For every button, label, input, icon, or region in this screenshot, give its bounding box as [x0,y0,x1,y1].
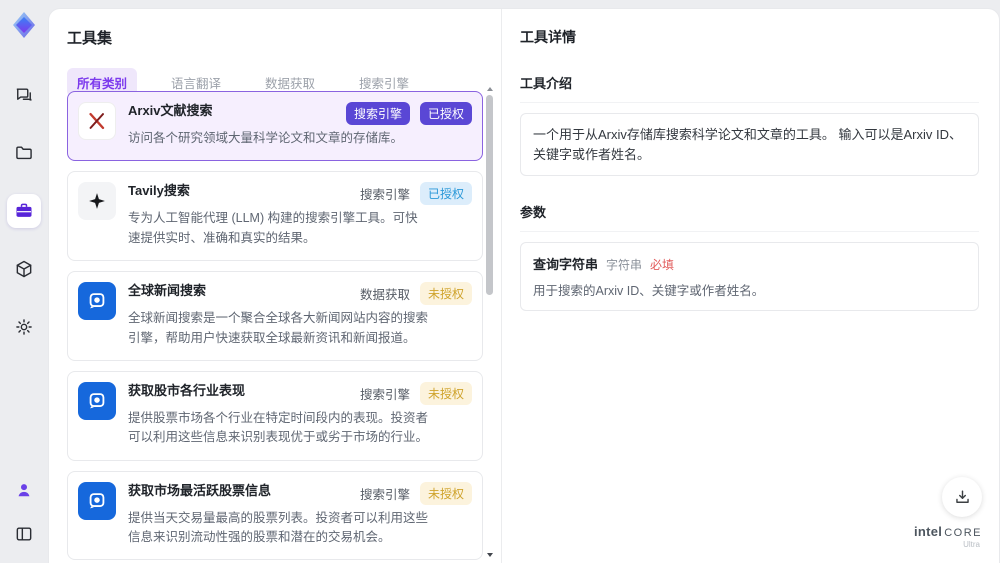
page-title: 工具集 [67,30,113,47]
toolbox-icon [16,203,32,217]
main-panel: 工具集 所有类别 语言翻译 数据获取 搜索引擎 Arxiv文献搜索 搜索引擎 已授权 访问各… [48,8,1000,563]
list-scrollbar[interactable] [485,87,495,559]
authorized-badge: 已授权 [419,102,472,125]
intel-wordmark: intel [913,524,943,539]
tool-description: 访问各个研究领域大量科学论文和文章的存储库。 [128,131,404,145]
tool-card[interactable]: 获取市场最活跃股票信息 搜索引擎 未授权提供当天交易量最高的股票列表。投资者可以利用… [67,470,483,561]
sidebar-nav [7,78,41,344]
tool-cards: Arxiv文献搜索 搜索引擎 已授权 访问各个研究领域大量科学论文和文章的存储库。 Ta… [67,91,483,563]
tool-category-badge: 搜索引擎 [359,387,410,402]
parameter-type: 字符串 [606,258,643,272]
tool-description: 专为人工智能代理 (LLM) 构建的搜索引擎工具。可快速提供实时、准确和真实的结… [128,211,418,245]
tool-name: 全球新闻搜索 [128,283,207,299]
tool-name: 获取市场最活跃股票信息 [128,482,272,498]
sidebar-item-folder-icon[interactable] [7,136,41,170]
detail-title: 工具详情 [520,29,576,45]
app-logo-icon [7,8,41,42]
params-section-title: 参数 [520,202,979,232]
active-stocks-search-icon [78,481,116,520]
unauthorized-badge: 未授权 [419,481,472,505]
sidebar-item-gear-icon[interactable] [7,310,41,344]
tool-card[interactable]: 全球新闻搜索 数据获取 未授权全球新闻搜索是一个聚合全球各大新闻网站内容的搜索引擎，… [67,271,483,361]
panel-layout-icon[interactable] [7,517,41,551]
tool-card[interactable]: Arxiv文献搜索 搜索引擎 已授权访问各个研究领域大量科学论文和文章的存储库。 [67,91,483,162]
sidebar-item-chat-icon[interactable] [7,78,41,112]
cube-icon [16,260,32,278]
tool-description: 全球新闻搜索是一个聚合全球各大新闻网站内容的搜索引擎，帮助用户快速获取全球最新资… [128,311,429,345]
gear-icon [16,319,32,335]
core-wordmark: CORE [944,527,982,539]
tool-name: Tavily搜索 [128,183,190,199]
unauthorized-badge: 未授权 [419,282,472,306]
chat-icon [16,88,32,101]
sidebar-item-cube-icon[interactable] [7,252,41,286]
scrollbar-up-arrow[interactable] [487,87,493,91]
stock-sector-search-icon [78,381,116,420]
parameter-description: 用于搜索的Arxiv ID、关键字或作者姓名。 [533,284,765,298]
tavily-star-icon [78,182,116,221]
app-sidebar [0,0,48,563]
folder-icon [16,146,32,160]
tool-intro-text: 一个用于从Arxiv存储库搜索科学论文和文章的工具。 输入可以是Arxiv ID… [520,113,979,176]
parameter-card: 查询字符串 字符串 必填 用于搜索的Arxiv ID、关键字或作者姓名。 [520,242,979,311]
scrollbar-down-arrow[interactable] [487,553,493,557]
arxiv-logo-icon [78,102,116,140]
global-news-search-icon [78,282,116,321]
unauthorized-badge: 未授权 [419,381,472,405]
ultra-wordmark: Ultra [963,540,980,549]
parameter-name: 查询字符串 [533,257,599,272]
user-icon[interactable] [7,473,41,507]
tool-card[interactable]: 获取股市各行业表现 搜索引擎 未授权提供股票市场各个行业在特定时间段内的表现。投资者… [67,370,483,461]
scrollbar-thumb[interactable] [486,95,493,295]
download-icon [955,489,969,503]
tool-description: 提供当天交易量最高的股票列表。投资者可以利用这些信息来识别流动性强的股票和潜在的… [128,510,429,544]
intel-core-logo: intel CORE Ultra [912,524,984,549]
tool-category-badge: 搜索引擎 [359,188,410,203]
sidebar-item-toolbox-icon[interactable] [7,194,41,228]
tool-card[interactable]: Tavily搜索 搜索引擎 已授权 专为人工智能代理 (LLM) 构建的搜索引擎工具。… [67,171,483,262]
intro-section-title: 工具介绍 [520,73,979,103]
tool-category-badge: 搜索引擎 [345,102,410,125]
tool-name: 获取股市各行业表现 [128,382,246,398]
tool-name: Arxiv文献搜索 [128,103,213,118]
tool-description: 提供股票市场各个行业在特定时间段内的表现。投资者可以利用这些信息来识别表现优于或… [128,410,429,445]
download-button[interactable] [942,477,982,517]
tool-list-column: 工具集 所有类别 语言翻译 数据获取 搜索引擎 Arxiv文献搜索 搜索引擎 已授权 访问各… [49,9,501,563]
parameter-required-badge: 必填 [650,258,675,272]
tool-category-badge: 数据获取 [359,288,410,303]
authorized-badge: 已授权 [419,182,472,206]
tool-detail-panel: 工具详情 工具介绍 一个用于从Arxiv存储库搜索科学论文和文章的工具。 输入可… [501,9,999,563]
tool-category-badge: 搜索引擎 [359,487,410,502]
